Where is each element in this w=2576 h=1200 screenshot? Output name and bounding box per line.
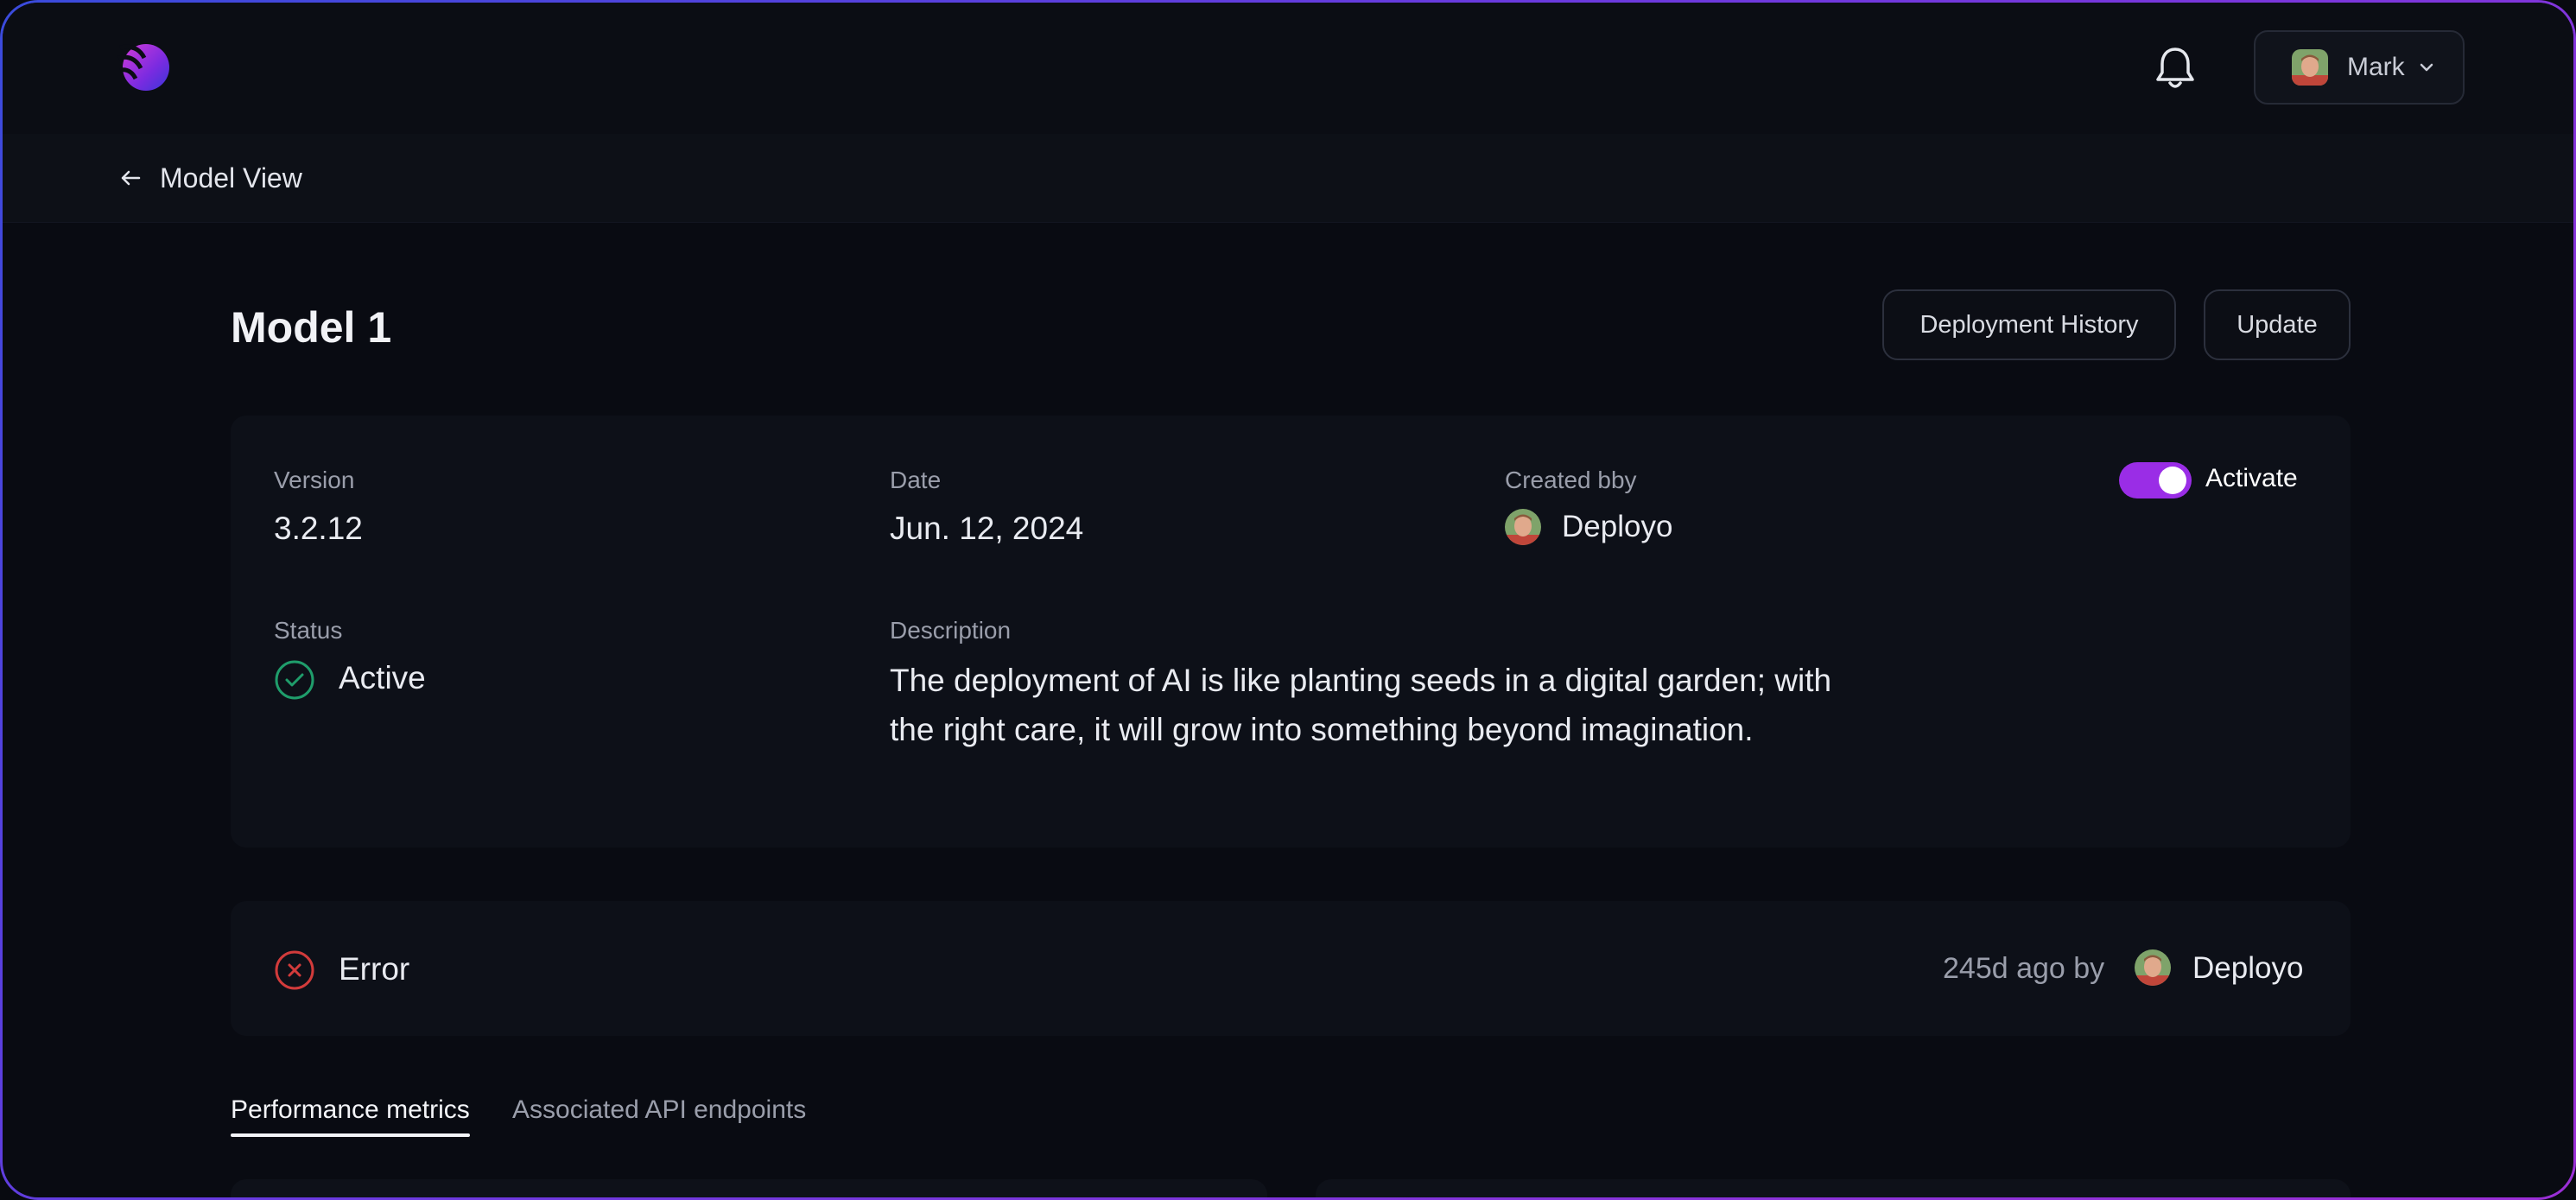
created-by-value: Deployo [1562,510,1673,543]
active-tab-indicator [231,1133,470,1137]
status-value: Active [339,660,426,695]
user-name: Mark [2347,53,2405,81]
deployment-meta: 245d ago by [1943,952,2105,985]
tab-performance-metrics[interactable]: Performance metrics [231,1095,470,1137]
error-circle-icon [275,950,314,990]
toggle-knob [2159,467,2186,494]
deployer-avatar [2135,949,2171,986]
metrics-panel-right [1316,1179,2351,1197]
activate-label: Activate [2205,464,2298,492]
user-menu-button[interactable]: Mark [2254,30,2465,105]
status-label: Status [274,617,343,644]
page-title: Model 1 [231,303,392,352]
model-details-card [231,416,2351,848]
deployment-status: Error [339,951,410,987]
activate-toggle[interactable] [2119,462,2192,498]
check-circle-icon [275,660,314,700]
top-bar: Mark [3,3,2573,134]
tab-label: Associated API endpoints [512,1095,807,1124]
update-button[interactable]: Update [2204,289,2351,360]
metrics-panel-left [231,1179,1267,1197]
user-avatar [2292,49,2328,86]
date-label: Date [890,467,942,493]
app-window: Mark Model View Model 1 Deployment Histo… [0,0,2576,1200]
back-link-label: Model View [160,162,302,194]
bell-icon[interactable] [2152,44,2198,94]
date-value: Jun. 12, 2024 [890,511,1084,546]
tab-label: Performance metrics [231,1095,470,1124]
deployment-history-button[interactable]: Deployment History [1882,289,2176,360]
version-value: 3.2.12 [274,511,363,546]
app-logo-icon[interactable] [115,39,172,96]
breadcrumb-bar [3,134,2573,223]
deployer-name: Deployo [2192,951,2304,985]
chevron-down-icon [2420,63,2433,72]
back-link[interactable]: Model View [118,159,302,197]
arrow-left-icon [121,170,141,186]
description-value: The deployment of AI is like planting se… [890,663,1832,747]
tab-associated-api-endpoints[interactable]: Associated API endpoints [512,1095,806,1125]
creator-avatar [1505,509,1541,545]
created-by-label: Created bby [1505,467,1637,493]
description-label: Description [890,617,1012,644]
version-label: Version [274,467,355,493]
